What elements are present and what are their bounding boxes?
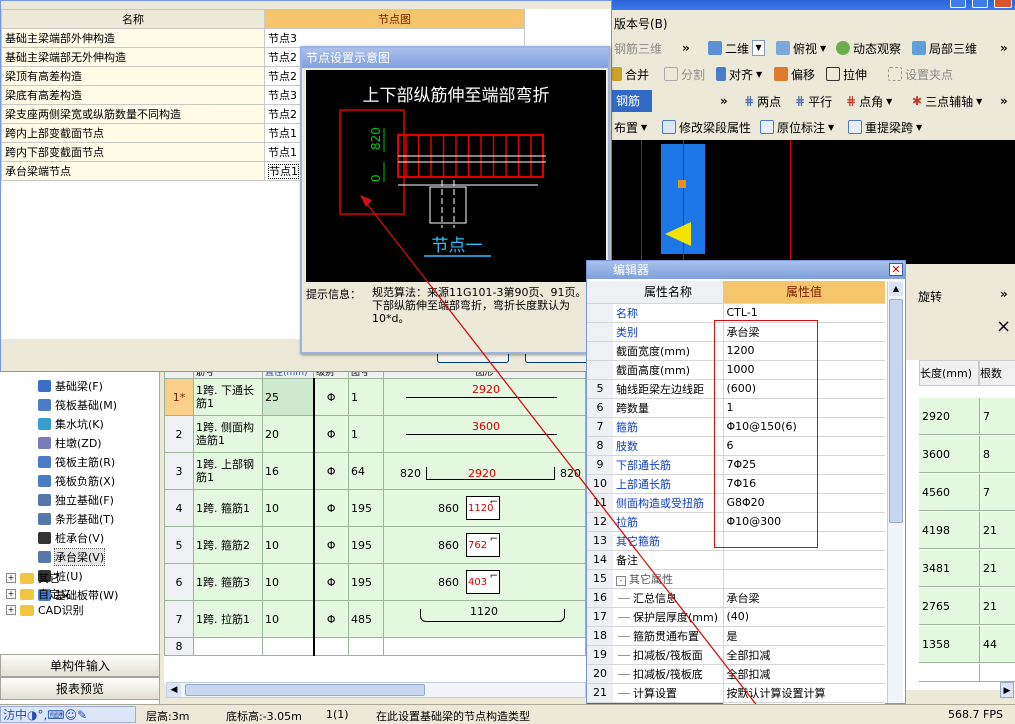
ime-bar[interactable]: 汸中◑°,⌨☺✎ xyxy=(0,706,136,723)
status-bar: 汸中◑°,⌨☺✎ 层高:3m 底标高:-3.05m 1(1) 在此设置基础梁的节… xyxy=(0,704,1015,724)
status-floor-height: 层高:3m xyxy=(146,710,190,723)
status-fps: 568.7 FPS xyxy=(948,708,1003,721)
pointer-line xyxy=(360,195,763,713)
status-count: 1(1) xyxy=(326,708,349,721)
status-base-elevation: 底标高:-3.05m xyxy=(226,710,302,723)
status-message: 在此设置基础梁的节点构造类型 xyxy=(376,710,530,723)
